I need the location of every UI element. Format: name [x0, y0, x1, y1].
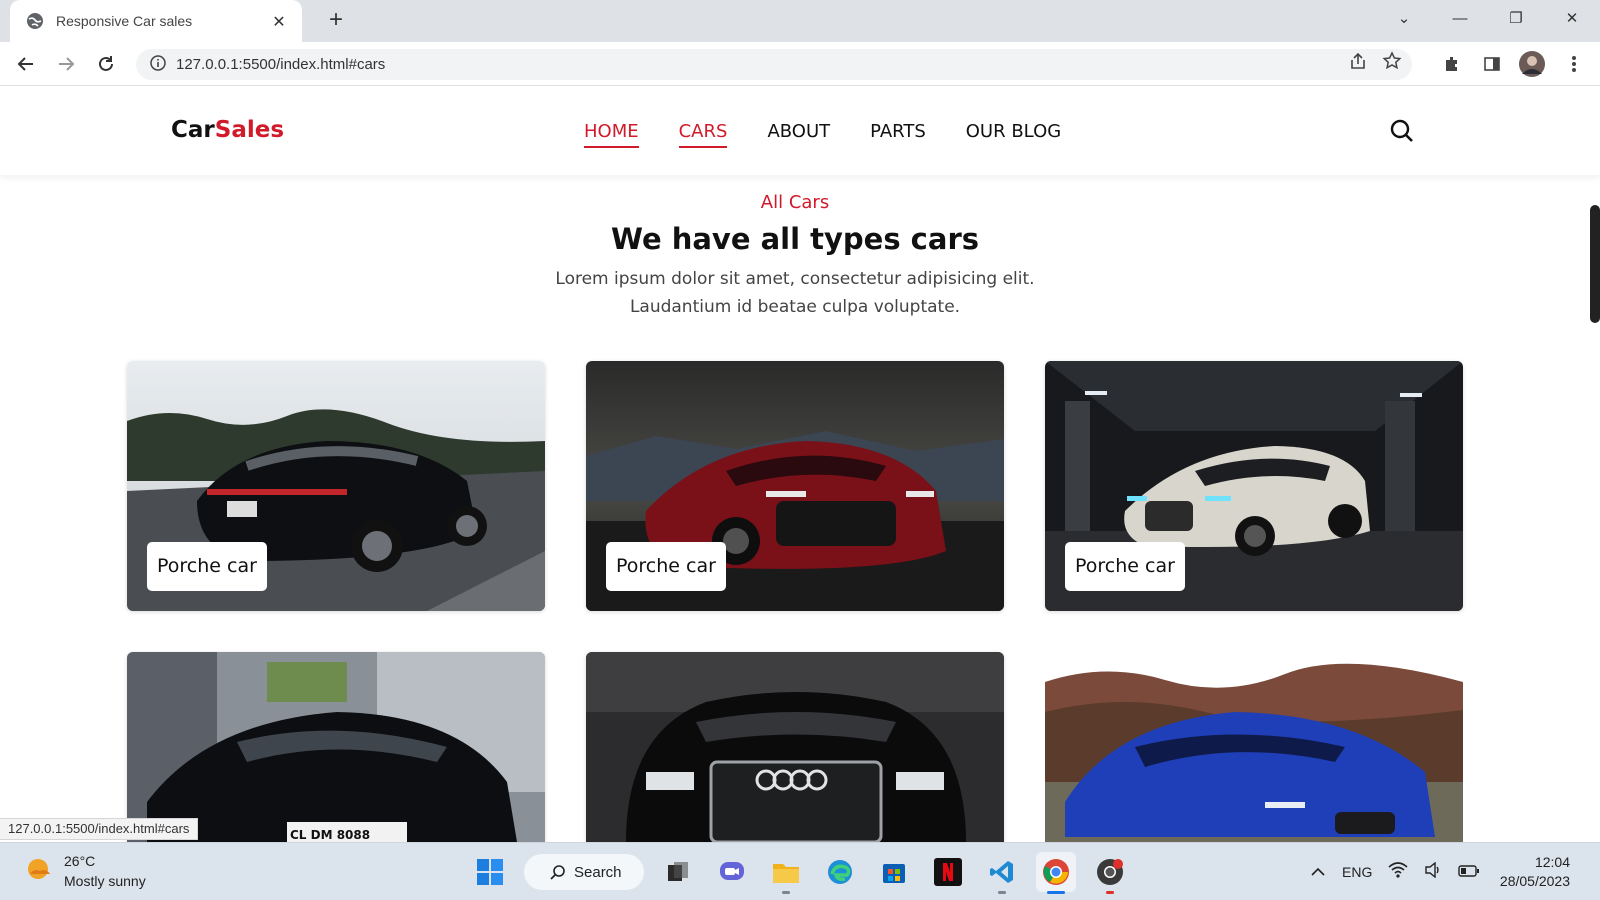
- back-icon[interactable]: [12, 50, 40, 78]
- url-text: 127.0.0.1:5500/index.html#cars: [176, 56, 386, 73]
- weather-widget[interactable]: 26°C Mostly sunny: [24, 851, 146, 891]
- car-card[interactable]: [1045, 652, 1463, 842]
- search-icon[interactable]: [1388, 117, 1416, 145]
- page-scrollbar[interactable]: [1590, 205, 1600, 323]
- search-icon: [550, 865, 565, 880]
- car-label: Porche car: [606, 542, 726, 591]
- browser-tabstrip: Responsive Car sales ✕ + ⌄ — ❐ ✕: [0, 0, 1600, 42]
- netflix-icon[interactable]: [928, 852, 968, 892]
- car-label: Porche car: [1065, 542, 1185, 591]
- file-explorer-icon[interactable]: [766, 852, 806, 894]
- taskbar-clock[interactable]: 12:04 28/05/2023: [1500, 853, 1570, 891]
- car-label: Porche car: [147, 542, 267, 591]
- clock-time: 12:04: [1534, 854, 1570, 870]
- car-card[interactable]: Porche car: [127, 361, 545, 611]
- car-image-black-audi-a8: [586, 652, 1004, 842]
- nav-our-blog[interactable]: OUR BLOG: [966, 121, 1061, 148]
- sun-cloud-icon: [24, 854, 54, 888]
- menu-kebab-icon[interactable]: [1560, 50, 1588, 78]
- car-card[interactable]: CL DM 8088: [127, 652, 545, 842]
- browser-toolbar: 127.0.0.1:5500/index.html#cars: [0, 42, 1600, 86]
- window-controls: ⌄ — ❐ ✕: [1376, 0, 1600, 36]
- link-status-bar: 127.0.0.1:5500/index.html#cars: [0, 818, 199, 840]
- minimize-button[interactable]: —: [1432, 0, 1488, 36]
- profile-avatar[interactable]: [1518, 50, 1546, 78]
- running-indicator: [998, 891, 1006, 894]
- car-card[interactable]: Porche car: [586, 361, 1004, 611]
- car-card[interactable]: Porche car: [1045, 361, 1463, 611]
- taskbar-search-label: Search: [574, 863, 622, 881]
- taskbar-apps: Search: [470, 852, 1130, 894]
- bookmark-star-icon[interactable]: [1382, 51, 1402, 75]
- close-window-button[interactable]: ✕: [1544, 0, 1600, 36]
- tab-title: Responsive Car sales: [56, 13, 193, 29]
- battery-icon[interactable]: [1458, 863, 1480, 882]
- nav-parts[interactable]: PARTS: [870, 121, 926, 148]
- main-nav: HOME CARS ABOUT PARTS OUR BLOG: [584, 121, 1061, 148]
- taskbar-search[interactable]: Search: [524, 854, 644, 890]
- task-view-icon[interactable]: [658, 852, 698, 892]
- car-card[interactable]: [586, 652, 1004, 842]
- car-image-black-audi-r8-street: [127, 652, 545, 842]
- system-tray: ENG: [1310, 843, 1480, 900]
- vscode-icon[interactable]: [982, 852, 1022, 894]
- side-panel-icon[interactable]: [1478, 50, 1506, 78]
- edge-icon[interactable]: [820, 852, 860, 892]
- wifi-icon[interactable]: [1388, 862, 1408, 882]
- tab-list-button[interactable]: ⌄: [1376, 0, 1432, 36]
- weather-temp: 26°C: [64, 853, 96, 869]
- weather-desc: Mostly sunny: [64, 873, 146, 889]
- running-indicator: [782, 891, 790, 894]
- site-info-icon[interactable]: [150, 54, 166, 75]
- chrome-icon[interactable]: [1036, 852, 1076, 894]
- globe-icon: [26, 12, 44, 30]
- address-bar[interactable]: 127.0.0.1:5500/index.html#cars: [136, 49, 1412, 80]
- windows-taskbar: 26°C Mostly sunny Search ENG 12:04 28/05…: [0, 842, 1600, 900]
- clock-date: 28/05/2023: [1499, 873, 1570, 889]
- forward-icon[interactable]: [52, 50, 80, 78]
- chevron-up-icon[interactable]: [1310, 863, 1326, 882]
- store-icon[interactable]: [874, 852, 914, 892]
- running-indicator: [1047, 891, 1065, 894]
- windows-start-icon[interactable]: [470, 852, 510, 892]
- site-logo[interactable]: CarSales: [171, 117, 284, 143]
- chrome-profile-icon[interactable]: [1090, 852, 1130, 894]
- nav-home[interactable]: HOME: [584, 121, 639, 148]
- browser-tab[interactable]: Responsive Car sales ✕: [10, 0, 302, 42]
- volume-icon[interactable]: [1424, 861, 1442, 882]
- language-indicator[interactable]: ENG: [1342, 864, 1372, 880]
- nav-cars[interactable]: CARS: [678, 121, 728, 148]
- extensions-icon[interactable]: [1438, 50, 1466, 78]
- section-subtitle: All Cars: [760, 192, 830, 213]
- logo-accent: Sales: [214, 117, 285, 143]
- new-tab-button[interactable]: +: [322, 8, 350, 34]
- car-image-blue-audi-field: [1045, 652, 1463, 842]
- restore-button[interactable]: ❐: [1488, 0, 1544, 36]
- license-plate-text: CL DM 8088: [290, 828, 371, 842]
- close-tab-icon[interactable]: ✕: [270, 12, 288, 31]
- share-icon[interactable]: [1348, 51, 1368, 75]
- logo-main: Car: [171, 117, 215, 143]
- teams-chat-icon[interactable]: [712, 852, 752, 892]
- reload-icon[interactable]: [92, 50, 120, 78]
- section-lead: Lorem ipsum dolor sit amet, consectetur …: [555, 269, 1035, 317]
- section-heading: We have all types cars: [610, 222, 980, 256]
- nav-about[interactable]: ABOUT: [767, 121, 830, 148]
- running-indicator: [1106, 891, 1114, 894]
- site-header: CarSales HOME CARS ABOUT PARTS OUR BLOG: [0, 87, 1600, 175]
